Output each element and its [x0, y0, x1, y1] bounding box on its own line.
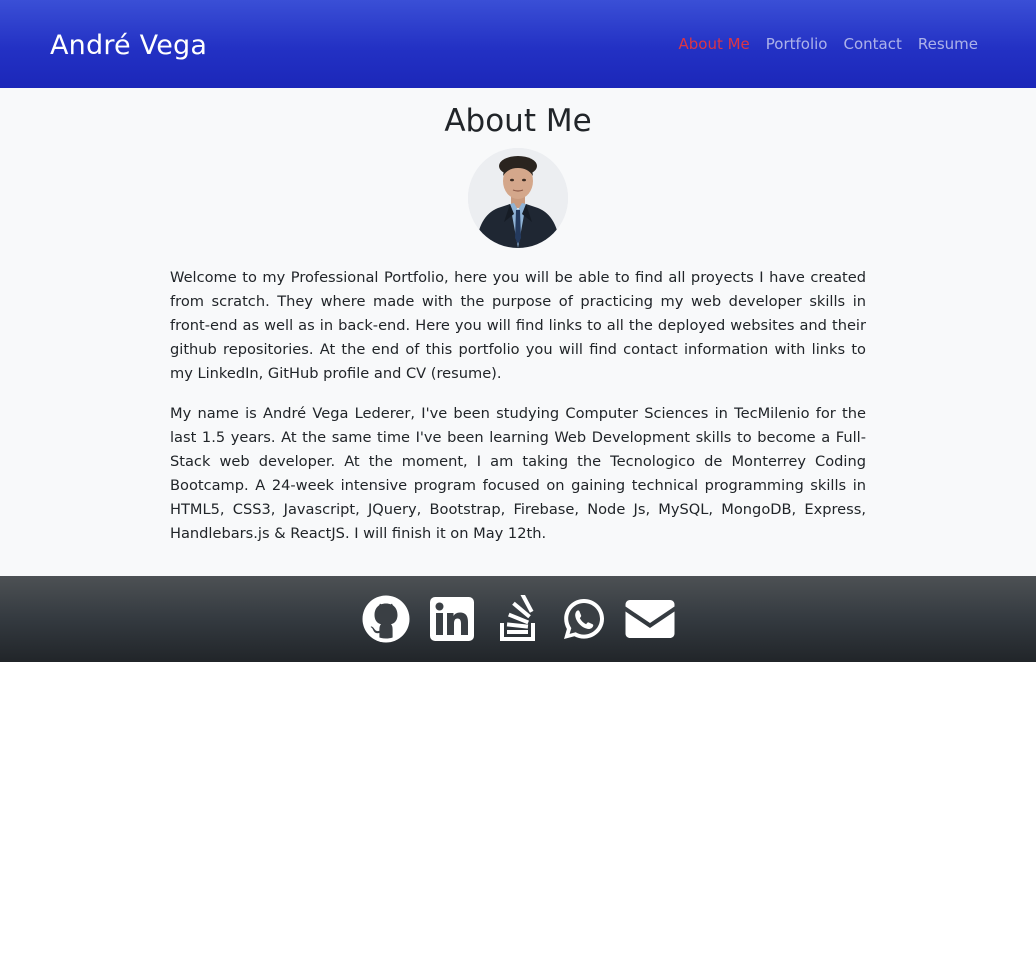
- brand-link[interactable]: André Vega: [50, 30, 207, 61]
- stack-overflow-link[interactable]: [493, 593, 543, 645]
- whatsapp-link[interactable]: [559, 593, 609, 645]
- nav-link-portfolio[interactable]: Portfolio: [758, 35, 836, 53]
- nav-link-about-me[interactable]: About Me: [670, 35, 757, 53]
- github-icon: [362, 595, 410, 643]
- bio-paragraph-about: My name is André Vega Lederer, I've been…: [170, 405, 866, 542]
- nav-links: About Me Portfolio Contact Resume: [670, 35, 978, 53]
- github-link[interactable]: [361, 593, 411, 645]
- whatsapp-icon: [564, 599, 604, 639]
- linkedin-icon: [430, 597, 474, 641]
- profile-photo-illustration: [468, 148, 568, 248]
- linkedin-link[interactable]: [427, 593, 477, 645]
- stack-overflow-icon: [500, 595, 535, 641]
- bio-text: Welcome to my Professional Portfolio, he…: [170, 266, 866, 562]
- navbar: André Vega About Me Portfolio Contact Re…: [0, 0, 1036, 88]
- nav-link-resume[interactable]: Resume: [910, 35, 978, 53]
- nav-link-contact[interactable]: Contact: [836, 35, 910, 53]
- envelope-icon: [625, 600, 675, 638]
- page-title: About Me: [444, 103, 592, 139]
- profile-photo: [468, 148, 568, 248]
- about-section: About Me Welcome to my Professional Port…: [0, 88, 1036, 576]
- footer: [0, 576, 1036, 662]
- bio-paragraph-welcome: Welcome to my Professional Portfolio, he…: [170, 269, 866, 382]
- email-link[interactable]: [625, 593, 675, 645]
